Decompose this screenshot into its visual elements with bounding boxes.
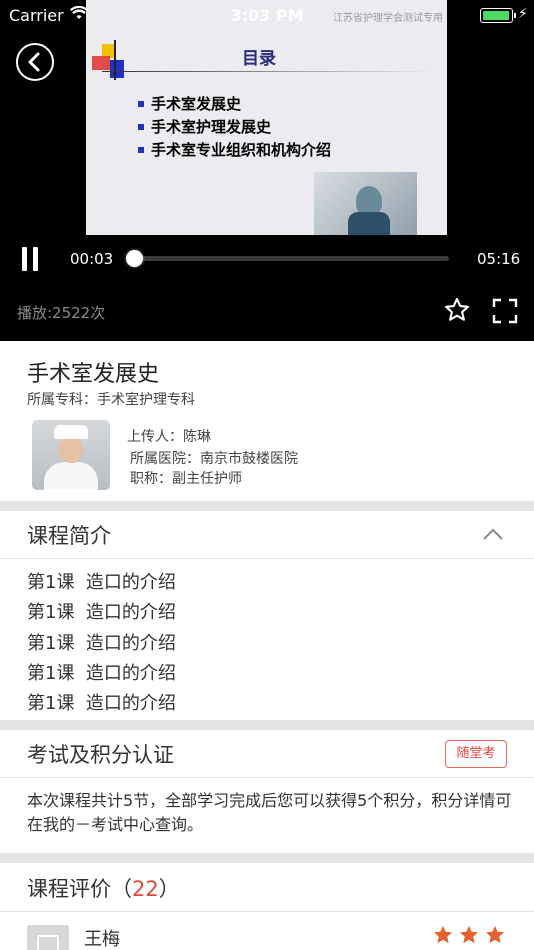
divider: [0, 777, 534, 778]
lesson-item[interactable]: 第1课 造口的介绍: [27, 659, 176, 685]
back-button[interactable]: [16, 43, 54, 81]
star-outline-icon: [444, 297, 470, 321]
favorite-button[interactable]: [443, 296, 471, 324]
star-filled-icon: [434, 925, 452, 944]
uploader-name: 上传人：陈琳: [127, 429, 211, 445]
video-player[interactable]: 江苏省护理学会测试专用 目录 手术室发展史 手术室护理发展史 手术室专业组织和机…: [0, 0, 534, 341]
image-placeholder-icon: [37, 935, 59, 950]
back-icon: [28, 52, 40, 72]
intro-heading: 课程简介: [27, 524, 111, 548]
status-time: 3:03 PM: [230, 6, 304, 25]
slide-list-item: 手术室专业组织和机构介绍: [138, 138, 331, 161]
uploader-avatar: [32, 420, 110, 490]
total-time: 05:16: [477, 250, 521, 268]
slide-rule: [102, 71, 432, 72]
star-filled-icon: [460, 925, 478, 944]
course-specialty: 所属专科：手术室护理专科: [27, 392, 195, 408]
slide-list-item: 手术室发展史: [138, 92, 331, 115]
slide-photo: [314, 172, 417, 235]
exam-description: 本次课程共计5节，全部学习完成后您可以获得5个积分，积分详情可在我的－考试中心查…: [27, 791, 512, 834]
star-filled-icon: [486, 925, 504, 944]
section-separator: [0, 501, 534, 511]
slide-title: 目录: [242, 49, 276, 69]
chevron-up-icon: [483, 528, 503, 540]
section-separator: [0, 720, 534, 730]
progress-thumb[interactable]: [126, 250, 144, 267]
section-separator: [0, 853, 534, 863]
video-frame: 江苏省护理学会测试专用 目录 手术室发展史 手术室护理发展史 手术室专业组织和机…: [86, 0, 447, 235]
exam-heading: 考试及积分认证: [27, 743, 174, 767]
slide-list-item: 手术室护理发展史: [138, 115, 331, 138]
charging-icon: ⚡: [518, 6, 528, 22]
divider: [0, 911, 534, 912]
lesson-item[interactable]: 第1课 造口的介绍: [27, 629, 176, 655]
divider: [0, 558, 534, 559]
uploader-position: 职称：副主任护师: [130, 471, 242, 487]
fullscreen-icon: [492, 298, 518, 324]
battery-icon: [480, 8, 516, 23]
fullscreen-button[interactable]: [492, 298, 518, 324]
reviewer-name: 王梅: [84, 929, 120, 950]
bullet-icon: [138, 100, 144, 107]
status-bar: Carrier 3:03 PM ⚡: [0, 0, 534, 32]
course-title: 手术室发展史: [27, 362, 160, 387]
bullet-icon: [138, 123, 144, 130]
lesson-item[interactable]: 第1课 造口的介绍: [27, 689, 176, 715]
play-count: 播放:2522次: [17, 304, 106, 322]
uploader-hospital: 所属医院：南京市鼓楼医院: [130, 451, 298, 467]
lesson-item[interactable]: 第1课 造口的介绍: [27, 568, 176, 594]
current-time: 00:03: [70, 250, 114, 268]
review-count: 22: [132, 877, 159, 901]
review-rating: [432, 924, 506, 946]
lesson-item[interactable]: 第1课 造口的介绍: [27, 598, 176, 624]
collapse-button[interactable]: [482, 526, 504, 540]
bullet-icon: [138, 146, 144, 153]
quiz-button[interactable]: 随堂考: [445, 740, 507, 768]
pause-icon: [22, 247, 27, 271]
progress-bar[interactable]: [126, 250, 449, 267]
slide-list: 手术室发展史 手术室护理发展史 手术室专业组织和机构介绍: [138, 92, 331, 161]
pause-button[interactable]: [20, 247, 40, 271]
reviewer-avatar: [27, 925, 69, 950]
reviews-heading: 课程评价（22）: [27, 877, 180, 901]
